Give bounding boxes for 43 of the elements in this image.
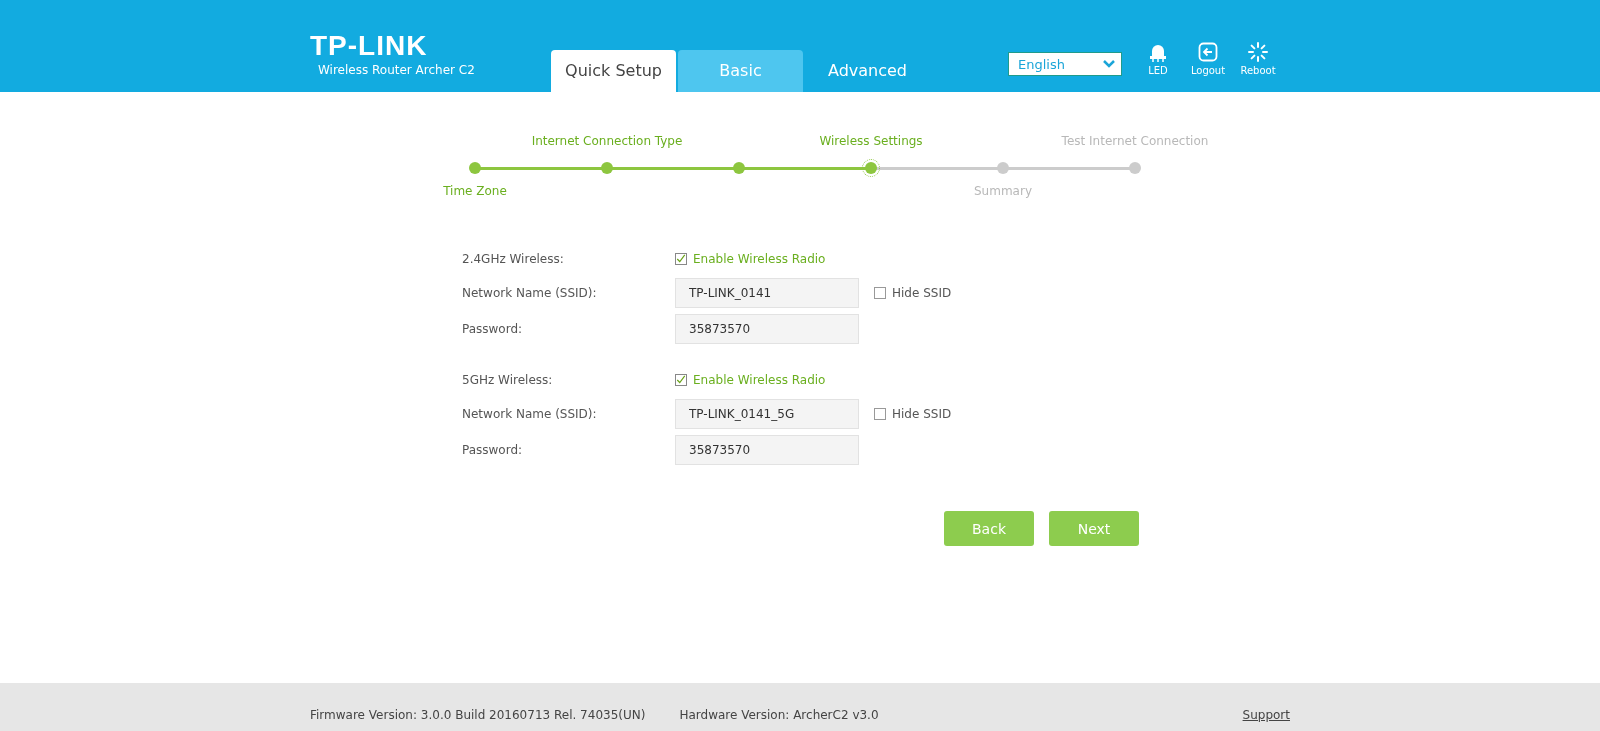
chevron-down-icon xyxy=(1103,60,1115,68)
nav-tab[interactable]: Quick Setup xyxy=(551,50,676,92)
checkbox[interactable] xyxy=(675,373,687,386)
checkbox[interactable] xyxy=(675,252,687,265)
step-label: Time Zone xyxy=(443,184,507,200)
field-label: 5GHz Wireless: xyxy=(462,372,554,387)
step-label: Internet Connection Type xyxy=(531,134,683,150)
step-label: Summary xyxy=(974,184,1032,200)
checkbox-label[interactable]: Enable Wireless Radio xyxy=(693,372,826,387)
checkbox[interactable] xyxy=(874,287,886,299)
next-button[interactable]: Next xyxy=(1049,511,1139,546)
checkbox-label[interactable]: Enable Wireless Radio xyxy=(693,251,826,266)
model-name: Wireless Router Archer C2 xyxy=(317,63,476,77)
back-button[interactable]: Back xyxy=(944,511,1034,546)
password-field[interactable]: 35873570 xyxy=(675,435,859,465)
step-label: Test Internet Connection xyxy=(1061,134,1209,150)
checkmark-icon xyxy=(676,253,686,264)
field-label: Password: xyxy=(462,322,524,336)
support-link[interactable]: Support xyxy=(1242,708,1290,722)
field-label: Network Name (SSID): xyxy=(462,407,598,421)
logout-icon xyxy=(1198,42,1218,62)
ssid-field[interactable]: TP-LINK_0141 xyxy=(675,278,859,308)
password-field[interactable]: 35873570 xyxy=(675,314,859,344)
hardware-version: Hardware Version: ArcherC2 v3.0 xyxy=(679,708,879,722)
field-label: 2.4GHz Wireless: xyxy=(462,251,565,266)
checkmark-icon xyxy=(676,374,686,385)
checkbox-label[interactable]: Hide SSID xyxy=(892,286,952,300)
checkbox-label[interactable]: Hide SSID xyxy=(892,407,952,421)
ssid-field[interactable]: TP-LINK_0141_5G xyxy=(675,399,859,429)
reboot-button[interactable]: Reboot xyxy=(1240,42,1276,76)
field-label: Network Name (SSID): xyxy=(462,286,598,300)
logo-text: TP-LINK xyxy=(310,33,429,59)
led-icon xyxy=(1148,42,1168,62)
spinner-icon xyxy=(1248,42,1268,62)
field-label: Password: xyxy=(462,443,524,457)
firmware-version: Firmware Version: 3.0.0 Build 20160713 Rel. 74035(UN) xyxy=(310,708,646,722)
step-label: Wireless Settings xyxy=(819,134,923,150)
logout-button[interactable]: Logout xyxy=(1190,42,1226,76)
checkbox[interactable] xyxy=(874,408,886,420)
language-select[interactable]: English xyxy=(1008,52,1122,76)
nav-tab[interactable]: Advanced xyxy=(805,50,930,92)
nav-tab[interactable]: Basic xyxy=(678,50,803,92)
led-button[interactable]: LED xyxy=(1140,42,1176,76)
